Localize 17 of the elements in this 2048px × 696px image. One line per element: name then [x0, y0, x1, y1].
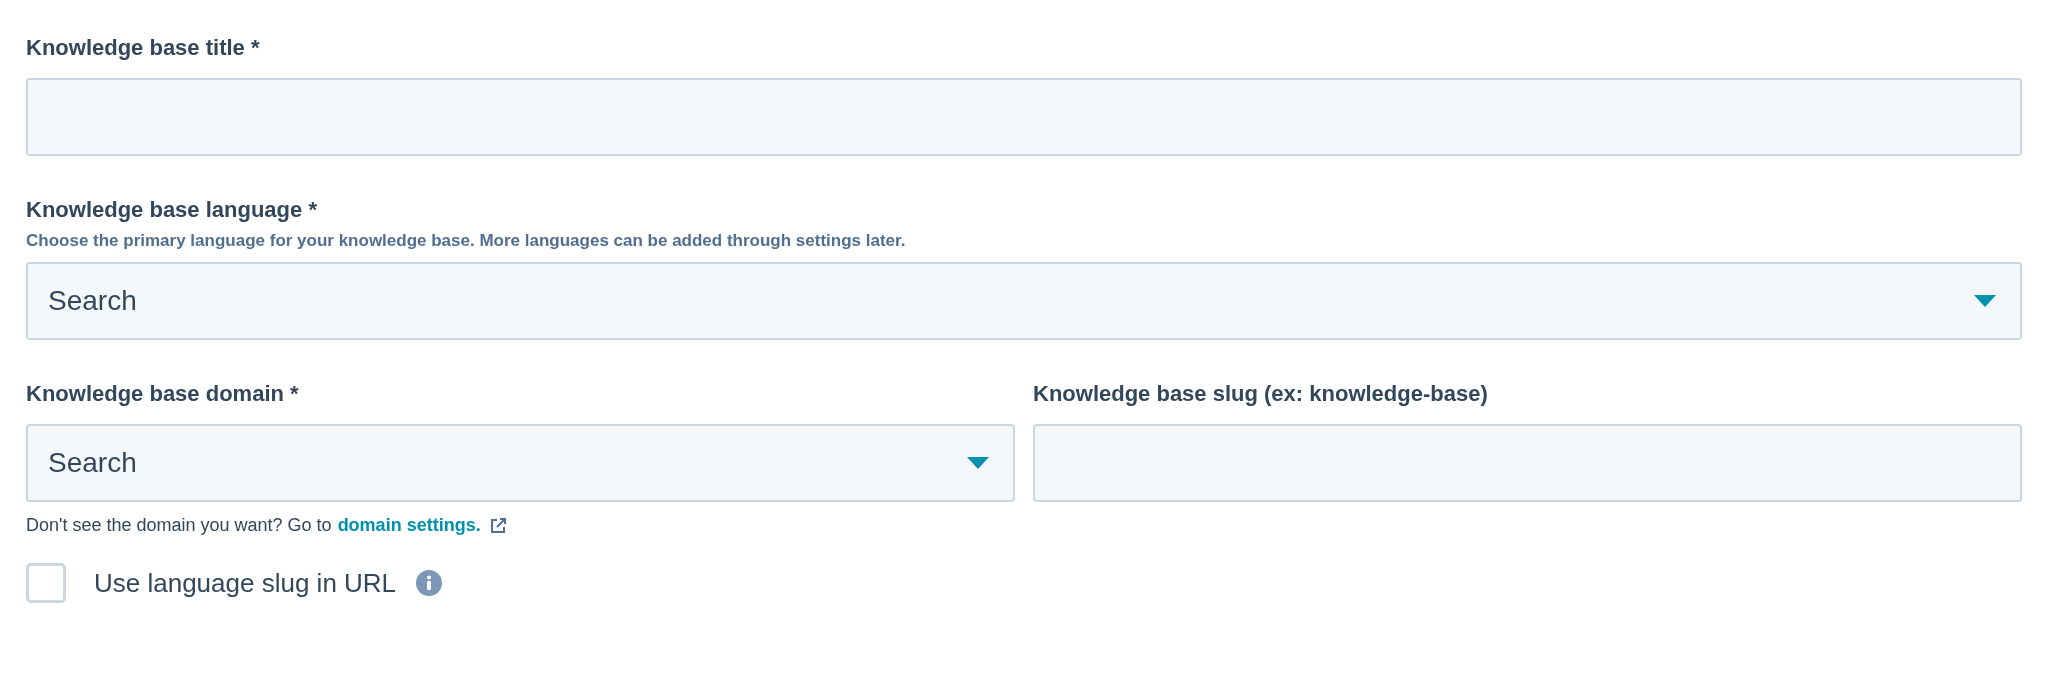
- caret-icon: [1974, 295, 1996, 307]
- field-label: Knowledge base domain *: [26, 380, 300, 408]
- external-link-icon[interactable]: [488, 516, 507, 535]
- info-icon[interactable]: [416, 570, 443, 596]
- caret-icon: [967, 457, 989, 469]
- input-field[interactable]: [1033, 424, 2022, 502]
- field-label: Knowledge base title *: [26, 34, 261, 62]
- field-label: Knowledge base slug (ex: knowledge-base): [1033, 380, 1489, 408]
- help-text: Choose the primary language for your knowledge base. More languages can be added through settings later.: [26, 230, 907, 252]
- checkbox-label[interactable]: Use language slug in URL: [94, 563, 397, 603]
- select-dropdown[interactable]: Search: [26, 424, 1015, 502]
- input-field[interactable]: [26, 78, 2022, 156]
- field-label: Knowledge base language *: [26, 196, 318, 224]
- checkbox[interactable]: [26, 563, 66, 603]
- domain-settings-link[interactable]: domain settings.: [337, 512, 481, 539]
- select-dropdown[interactable]: Search: [26, 262, 2022, 340]
- hint-text: Don't see the domain you want? Go to: [26, 514, 332, 537]
